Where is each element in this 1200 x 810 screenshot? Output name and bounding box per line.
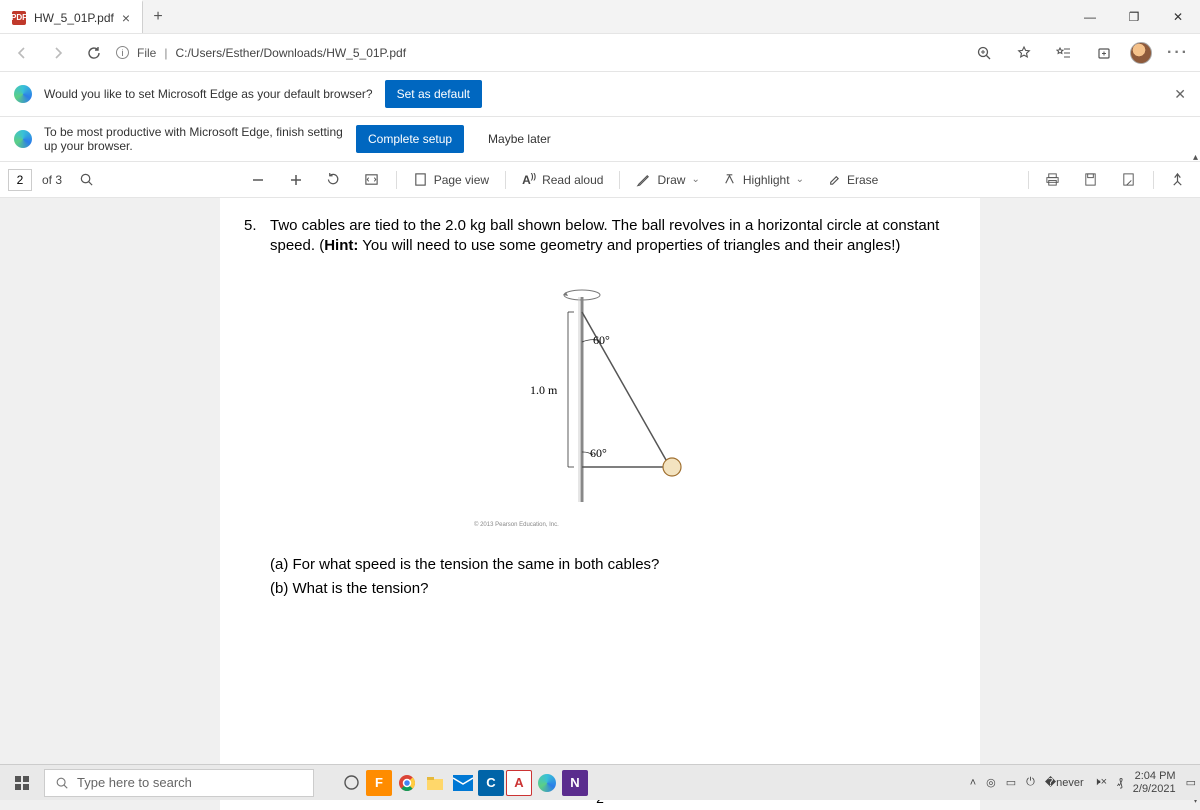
question-a: (a) For what speed is the tension the sa… (270, 555, 956, 575)
taskbar-apps: F C A N (338, 770, 588, 796)
figure-copyright: © 2013 Pearson Education, Inc. (474, 521, 956, 529)
sub-questions: (a) For what speed is the tension the sa… (270, 555, 956, 600)
cortana-icon[interactable] (338, 770, 364, 796)
collections-icon[interactable] (1090, 39, 1118, 67)
taskbar-search-placeholder: Type here to search (77, 775, 192, 790)
edge-taskbar-icon[interactable] (534, 770, 560, 796)
pin-toolbar-icon[interactable] (1164, 166, 1192, 194)
url-path: C:/Users/Esther/Downloads/HW_5_01P.pdf (175, 46, 406, 60)
chevron-down-icon: ⌄ (691, 174, 699, 185)
scroll-up-icon[interactable]: ▴ (1193, 152, 1198, 163)
read-aloud-label: Read aloud (542, 173, 603, 187)
tray-location-icon[interactable]: ◎ (986, 776, 996, 789)
erase-button[interactable]: Erase (820, 168, 884, 191)
tray-volume-icon[interactable]: 🕨× (1094, 776, 1107, 789)
zoom-icon[interactable] (970, 39, 998, 67)
back-icon[interactable] (8, 39, 36, 67)
save-as-icon[interactable] (1115, 166, 1143, 194)
pdf-viewport[interactable]: 5. Two cables are tied to the 2.0 kg bal… (0, 198, 1200, 810)
url-source-label: File (137, 46, 156, 60)
forward-icon[interactable] (44, 39, 72, 67)
fig-length: 1.0 m (530, 382, 557, 398)
fit-page-icon[interactable] (358, 166, 386, 194)
page-view-button[interactable]: Page view (407, 168, 495, 191)
problem-figure: 1.0 m 60° 60° (500, 277, 700, 517)
complete-setup-button[interactable]: Complete setup (356, 125, 464, 153)
edge-logo-icon (14, 85, 32, 103)
maybe-later-button[interactable]: Maybe later (476, 125, 563, 153)
pdf-toolbar: of 3 Page view A)) Read aloud Draw ⌄ Hig… (0, 162, 1200, 198)
info-icon: i (116, 46, 129, 59)
edge-logo-icon (14, 130, 32, 148)
page-view-label: Page view (434, 173, 489, 187)
draw-button[interactable]: Draw ⌄ (630, 168, 705, 191)
rotate-icon[interactable] (320, 166, 348, 194)
url-separator: | (164, 46, 167, 60)
notifications-icon[interactable]: ▭ (1186, 776, 1196, 789)
erase-label: Erase (847, 173, 878, 187)
zoom-in-icon[interactable] (282, 166, 310, 194)
problem-5: 5. Two cables are tied to the 2.0 kg bal… (244, 216, 956, 257)
mail-icon[interactable] (450, 770, 476, 796)
save-icon[interactable] (1077, 166, 1105, 194)
window-minimize-icon[interactable]: — (1068, 0, 1112, 34)
page-number-input[interactable] (8, 169, 32, 191)
tab-close-icon[interactable]: × (122, 10, 130, 26)
app-icon-c[interactable]: C (478, 770, 504, 796)
profile-avatar[interactable] (1130, 42, 1152, 64)
tray-wifi-icon[interactable]: �never (1045, 776, 1084, 789)
page-total: of 3 (42, 173, 62, 187)
new-tab-button[interactable]: + (143, 8, 173, 26)
start-button[interactable] (4, 768, 40, 798)
draw-label: Draw (657, 173, 685, 187)
question-b: (b) What is the tension? (270, 579, 956, 599)
favorites-list-icon[interactable] (1050, 39, 1078, 67)
hint-label: Hint: (324, 237, 358, 254)
tray-chevron-icon[interactable]: ˄ (970, 777, 976, 789)
print-icon[interactable] (1039, 166, 1067, 194)
complete-setup-text: To be most productive with Microsoft Edg… (44, 125, 344, 153)
clock-time: 2:04 PM (1133, 770, 1176, 782)
default-browser-text: Would you like to set Microsoft Edge as … (44, 87, 373, 101)
tray-battery-icon[interactable]: ⏻ (1026, 776, 1035, 789)
highlight-button[interactable]: Highlight ⌄ (716, 168, 810, 191)
chrome-icon[interactable] (394, 770, 420, 796)
system-tray: ˄ ◎ ▭ ⏻ �never 🕨× ₰ 2:04 PM 2/9/2021 ▭ (970, 770, 1196, 794)
app-icon-f[interactable]: F (366, 770, 392, 796)
windows-taskbar: Type here to search F C A N ˄ ◎ ▭ ⏻ �nev… (0, 764, 1200, 800)
fig-angle-top: 60° (593, 332, 610, 348)
problem-text-2: You will need to use some geometry and p… (358, 237, 900, 254)
window-close-icon[interactable]: ✕ (1156, 0, 1200, 34)
more-icon[interactable]: ··· (1164, 39, 1192, 67)
complete-setup-promo: To be most productive with Microsoft Edg… (0, 117, 1200, 162)
window-restore-icon[interactable]: ❐ (1112, 0, 1156, 34)
taskbar-search[interactable]: Type here to search (44, 769, 314, 797)
tab-title: HW_5_01P.pdf (34, 11, 114, 25)
promo-close-icon[interactable]: ✕ (1174, 86, 1186, 103)
highlight-label: Highlight (743, 173, 790, 187)
app-icon-n[interactable]: N (562, 770, 588, 796)
set-default-button[interactable]: Set as default (385, 80, 482, 108)
problem-number: 5. (244, 216, 264, 257)
zoom-out-icon[interactable] (244, 166, 272, 194)
app-icon-a[interactable]: A (506, 770, 532, 796)
browser-toolbar: i File | C:/Users/Esther/Downloads/HW_5_… (0, 34, 1200, 72)
fig-angle-bottom: 60° (590, 445, 607, 461)
taskbar-clock[interactable]: 2:04 PM 2/9/2021 (1133, 770, 1176, 794)
clock-date: 2/9/2021 (1133, 783, 1176, 795)
chevron-down-icon: ⌄ (796, 174, 804, 185)
default-browser-promo: Would you like to set Microsoft Edge as … (0, 72, 1200, 117)
tray-camera-icon[interactable]: ▭ (1006, 776, 1016, 789)
pdf-favicon: PDF (12, 11, 26, 25)
pdf-page: 5. Two cables are tied to the 2.0 kg bal… (220, 198, 980, 810)
address-bar[interactable]: i File | C:/Users/Esther/Downloads/HW_5_… (116, 46, 406, 60)
favorites-star-icon[interactable] (1010, 39, 1038, 67)
refresh-icon[interactable] (80, 39, 108, 67)
window-titlebar: PDF HW_5_01P.pdf × + — ❐ ✕ (0, 0, 1200, 34)
tray-language-icon[interactable]: ₰ (1117, 777, 1123, 789)
browser-tab[interactable]: PDF HW_5_01P.pdf × (0, 0, 143, 33)
search-icon[interactable] (72, 166, 100, 194)
read-aloud-button[interactable]: A)) Read aloud (516, 168, 609, 191)
file-explorer-icon[interactable] (422, 770, 448, 796)
